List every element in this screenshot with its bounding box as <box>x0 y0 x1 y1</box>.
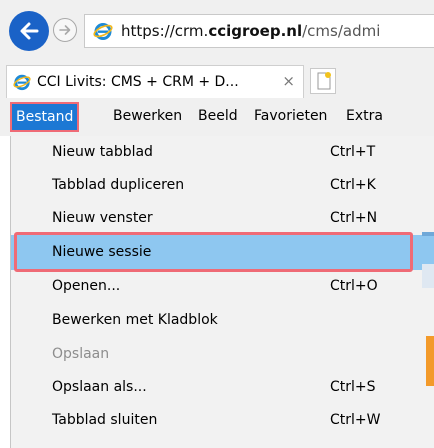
menu-item-label: Openen... <box>52 278 121 294</box>
page-background-sliver <box>422 264 434 288</box>
url-text: https://crm.ccigroep.nl/cms/admi <box>121 22 380 40</box>
menu-bar: Bestand Bewerken Beeld Favorieten Extra <box>0 98 434 136</box>
menu-item-shortcut: Ctrl+K <box>330 177 376 193</box>
menu-item-tabblad-dupliceren[interactable]: Tabblad dupliceren Ctrl+K <box>11 169 434 202</box>
menu-bewerken[interactable]: Bewerken <box>113 104 182 128</box>
menu-item-opslaan-als[interactable]: Opslaan als... Ctrl+S <box>11 371 434 404</box>
forward-button[interactable] <box>53 18 77 42</box>
url-domain: ccigroep.nl <box>208 22 303 40</box>
menu-item-label: Opslaan <box>52 346 110 362</box>
menu-item-label: Nieuw venster <box>52 210 153 226</box>
address-bar[interactable]: https://crm.ccigroep.nl/cms/admi <box>84 14 434 48</box>
tab-strip: CCI Livits: CMS + CRM + D... × <box>0 62 434 98</box>
menu-item-label: Bewerken met Kladblok <box>52 312 218 328</box>
menu-item-tabblad-sluiten[interactable]: Tabblad sluiten Ctrl+W <box>11 404 434 437</box>
menu-item-openen[interactable]: Openen... Ctrl+O <box>11 270 434 303</box>
menu-item-shortcut: Ctrl+W <box>330 412 381 428</box>
menu-item-shortcut: Ctrl+N <box>330 210 378 226</box>
highlight-outline <box>14 232 413 272</box>
arrow-right-icon <box>59 25 71 35</box>
url-subdomain: crm. <box>174 22 209 40</box>
navigation-bar: https://crm.ccigroep.nl/cms/admi <box>0 0 434 62</box>
new-tab-icon <box>317 72 331 90</box>
menu-item-shortcut: Ctrl+S <box>330 379 376 395</box>
url-scheme: https:// <box>121 22 175 40</box>
tab-title: CCI Livits: CMS + CRM + D... <box>37 74 239 90</box>
menu-item-nieuw-tabblad[interactable]: Nieuw tabblad Ctrl+T <box>11 136 434 169</box>
menu-bestand[interactable]: Bestand <box>10 102 80 132</box>
bestand-dropdown: Nieuw tabblad Ctrl+T Tabblad dupliceren … <box>10 136 434 448</box>
browser-tab[interactable]: CCI Livits: CMS + CRM + D... × <box>6 65 304 98</box>
close-tab-icon[interactable]: × <box>282 72 295 90</box>
menu-beeld[interactable]: Beeld <box>198 104 238 128</box>
menu-item-shortcut: Ctrl+T <box>330 144 376 160</box>
new-tab-button[interactable] <box>310 68 336 94</box>
menu-item-shortcut: Ctrl+O <box>330 278 378 294</box>
page-background-sliver <box>422 232 434 236</box>
menu-item-bewerken-met-kladblok[interactable]: Bewerken met Kladblok <box>11 304 434 337</box>
url-path: /cms/admi <box>302 22 381 40</box>
menu-item-label: Tabblad sluiten <box>52 412 158 428</box>
menu-item-opslaan: Opslaan <box>11 338 434 371</box>
menu-item-label: Nieuw tabblad <box>52 144 153 160</box>
page-background-sliver <box>426 336 434 386</box>
menu-item-label: Opslaan als... <box>52 379 147 395</box>
arrow-left-icon <box>20 22 39 40</box>
menu-item-label: Tabblad dupliceren <box>52 177 185 193</box>
internet-explorer-icon <box>93 23 113 40</box>
menu-favorieten[interactable]: Favorieten <box>254 104 327 128</box>
menu-item-nieuw-venster[interactable]: Nieuw venster Ctrl+N <box>11 202 434 235</box>
back-button[interactable] <box>9 11 49 51</box>
internet-explorer-icon <box>13 74 31 91</box>
menu-extra[interactable]: Extra <box>346 104 383 128</box>
